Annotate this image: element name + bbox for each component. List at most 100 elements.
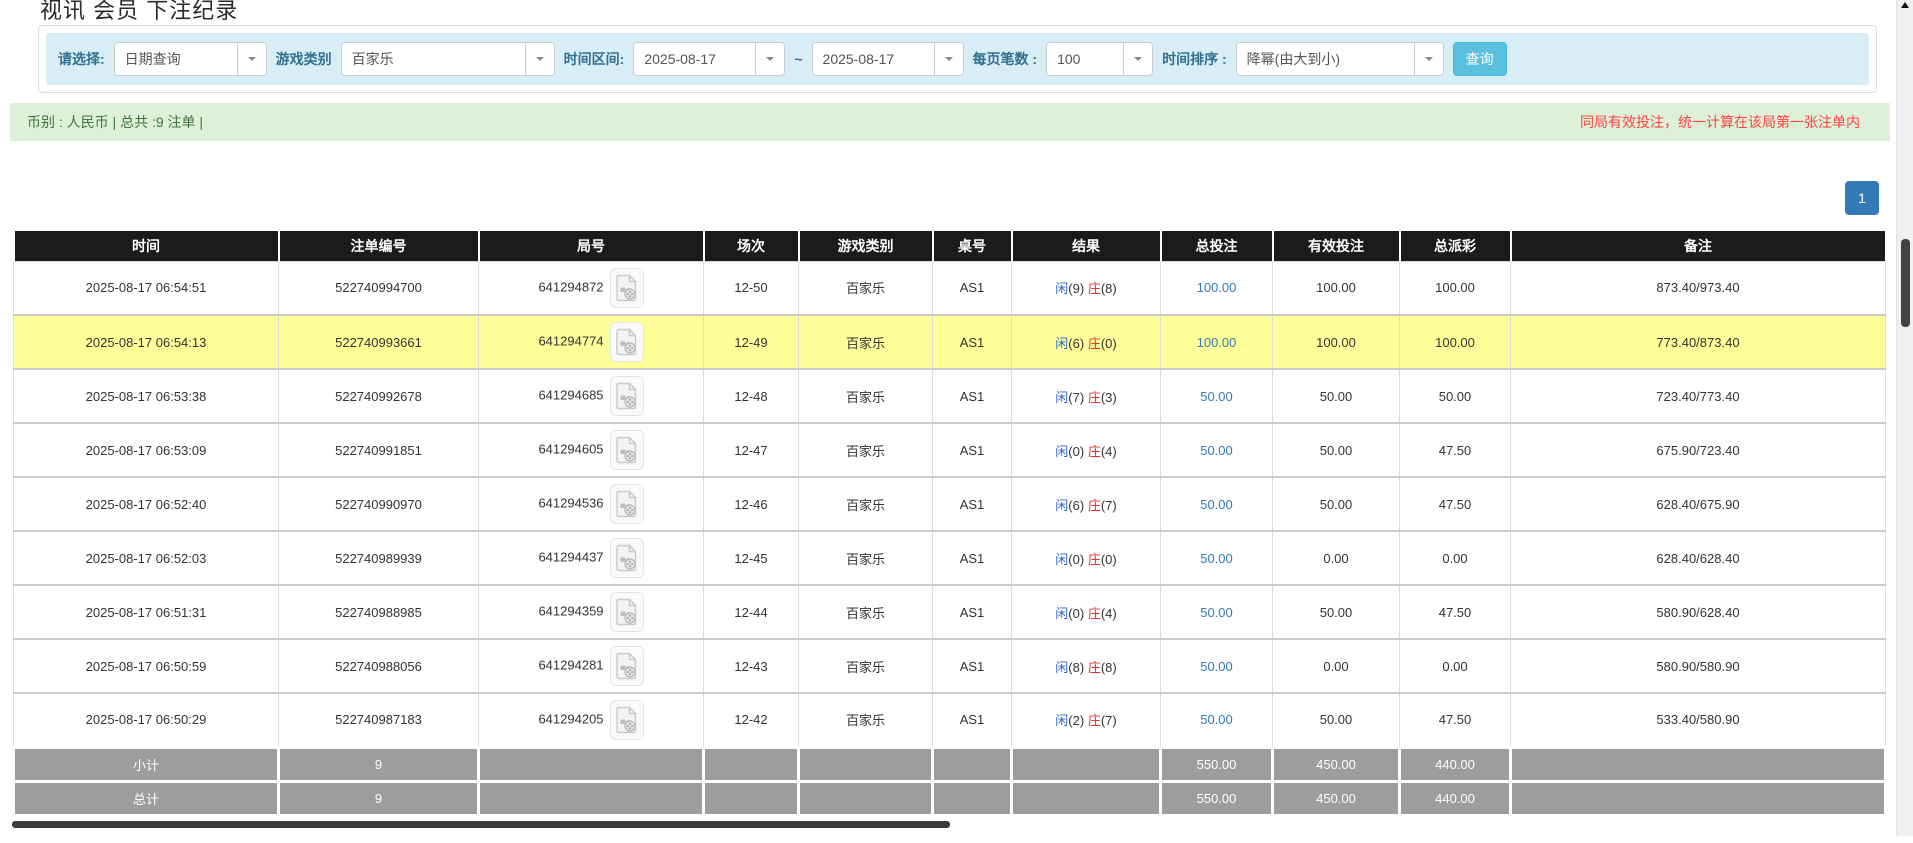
grand-total-count: 9 xyxy=(279,781,479,815)
total-bet-link[interactable]: 50.00 xyxy=(1200,551,1233,566)
search-button[interactable]: 查询 xyxy=(1453,42,1507,76)
banker-result-label: 庄 xyxy=(1088,281,1101,296)
total-bet-cell: 50.00 xyxy=(1161,639,1273,693)
banker-result-score: (0) xyxy=(1101,336,1117,351)
chevron-down-icon xyxy=(934,43,963,75)
game-category-label: 游戏类别 xyxy=(276,49,332,69)
bet-id: 522740991851 xyxy=(279,423,479,477)
note: 723.40/773.40 xyxy=(1511,369,1886,423)
banker-result-score: (4) xyxy=(1101,606,1117,621)
scroll-up-arrow-icon[interactable] xyxy=(1901,0,1909,8)
player-result-score: (7) xyxy=(1068,390,1084,405)
info-bar: 币别 : 人民币 | 总共 :9 注单 | 同局有效投注，统一计算在该局第一张注… xyxy=(10,103,1890,141)
banker-result-score: (8) xyxy=(1101,660,1117,675)
subtotal-payout: 440.00 xyxy=(1400,747,1511,781)
session-no: 12-46 xyxy=(704,477,799,531)
payout: 0.00 xyxy=(1400,639,1511,693)
table-no: AS1 xyxy=(933,423,1012,477)
bet-time: 2025-08-17 06:54:51 xyxy=(14,261,279,315)
bet-time: 2025-08-17 06:52:40 xyxy=(14,477,279,531)
player-result-label: 闲 xyxy=(1055,281,1068,296)
valid-bet: 50.00 xyxy=(1273,423,1400,477)
page-1-button[interactable]: 1 xyxy=(1845,181,1879,215)
video-replay-icon[interactable] xyxy=(610,484,644,524)
table-row: 2025-08-17 06:52:40 522740990970 6412945… xyxy=(14,477,1886,531)
valid-bet-notice: 同局有效投注，统一计算在该局第一张注单内 xyxy=(1580,112,1860,132)
total-bet-link[interactable]: 50.00 xyxy=(1200,605,1233,620)
video-replay-icon[interactable] xyxy=(610,538,644,578)
table-no: AS1 xyxy=(933,585,1012,639)
total-bet-link[interactable]: 100.00 xyxy=(1197,280,1237,295)
session-no: 12-50 xyxy=(704,261,799,315)
player-result-label: 闲 xyxy=(1055,336,1068,351)
game-category-value: 百家乐 xyxy=(342,49,525,69)
video-replay-icon[interactable] xyxy=(610,646,644,686)
valid-bet: 50.00 xyxy=(1273,693,1400,747)
query-type-select[interactable]: 日期查询 xyxy=(114,42,267,76)
note: 580.90/628.40 xyxy=(1511,585,1886,639)
video-replay-icon[interactable] xyxy=(610,430,644,470)
banker-result-score: (3) xyxy=(1101,390,1117,405)
player-result-score: (8) xyxy=(1068,660,1084,675)
bet-id: 522740988985 xyxy=(279,585,479,639)
chevron-down-icon xyxy=(237,43,266,75)
vertical-scrollbar-track[interactable] xyxy=(1896,0,1913,836)
game-result: 闲(9) 庄(8) xyxy=(1012,261,1161,315)
bet-time: 2025-08-17 06:50:59 xyxy=(14,639,279,693)
video-replay-icon[interactable] xyxy=(610,592,644,632)
total-bet-cell: 100.00 xyxy=(1161,315,1273,369)
table-row: 2025-08-17 06:51:31 522740988985 6412943… xyxy=(14,585,1886,639)
video-replay-icon[interactable] xyxy=(610,376,644,416)
player-result-label: 闲 xyxy=(1055,552,1068,567)
bet-time: 2025-08-17 06:51:31 xyxy=(14,585,279,639)
video-replay-icon[interactable] xyxy=(610,268,644,308)
bet-id: 522740987183 xyxy=(279,693,479,747)
bet-id: 522740989939 xyxy=(279,531,479,585)
total-bet-cell: 50.00 xyxy=(1161,531,1273,585)
query-type-label: 请选择: xyxy=(58,49,105,69)
video-replay-icon[interactable] xyxy=(610,322,644,362)
table-no: AS1 xyxy=(933,261,1012,315)
note: 675.90/723.40 xyxy=(1511,423,1886,477)
total-bet-link[interactable]: 50.00 xyxy=(1200,389,1233,404)
subtotal-total-bet: 550.00 xyxy=(1161,747,1273,781)
payout: 47.50 xyxy=(1400,585,1511,639)
total-bet-link[interactable]: 50.00 xyxy=(1200,659,1233,674)
game-category: 百家乐 xyxy=(799,639,933,693)
round-id-cell: 641294281 xyxy=(479,639,704,693)
game-category-select[interactable]: 百家乐 xyxy=(341,42,555,76)
total-bet-cell: 50.00 xyxy=(1161,423,1273,477)
bet-id: 522740990970 xyxy=(279,477,479,531)
payout: 100.00 xyxy=(1400,315,1511,369)
subtotal-label: 小计 xyxy=(14,747,279,781)
round-id-cell: 641294205 xyxy=(479,693,704,747)
page-size-select[interactable]: 100 xyxy=(1046,42,1153,76)
payout: 50.00 xyxy=(1400,369,1511,423)
total-bet-link[interactable]: 100.00 xyxy=(1197,335,1237,350)
game-category: 百家乐 xyxy=(799,315,933,369)
round-id-cell: 641294437 xyxy=(479,531,704,585)
note: 580.90/580.90 xyxy=(1511,639,1886,693)
total-bet-link[interactable]: 50.00 xyxy=(1200,712,1233,727)
payout: 47.50 xyxy=(1400,693,1511,747)
query-type-value: 日期查询 xyxy=(115,49,237,69)
horizontal-scrollbar-thumb[interactable] xyxy=(12,821,950,828)
date-from-select[interactable]: 2025-08-17 xyxy=(633,42,785,76)
banker-result-label: 庄 xyxy=(1088,444,1101,459)
player-result-label: 闲 xyxy=(1055,660,1068,675)
payout: 47.50 xyxy=(1400,423,1511,477)
total-bet-link[interactable]: 50.00 xyxy=(1200,497,1233,512)
video-replay-icon[interactable] xyxy=(610,700,644,740)
game-result: 闲(0) 庄(4) xyxy=(1012,585,1161,639)
vertical-scrollbar-thumb[interactable] xyxy=(1901,239,1910,327)
sort-order-select[interactable]: 降幂(由大到小) xyxy=(1236,42,1444,76)
player-result-score: (2) xyxy=(1068,713,1084,728)
grand-total-row: 总计 9 550.00 450.00 440.00 xyxy=(14,781,1886,815)
player-result-label: 闲 xyxy=(1055,444,1068,459)
game-category: 百家乐 xyxy=(799,369,933,423)
date-to-select[interactable]: 2025-08-17 xyxy=(812,42,964,76)
total-bet-link[interactable]: 50.00 xyxy=(1200,443,1233,458)
bet-records-table: 时间 注单编号 局号 场次 游戏类别 桌号 结果 总投注 有效投注 总派彩 备注… xyxy=(12,231,1887,817)
game-result: 闲(6) 庄(0) xyxy=(1012,315,1161,369)
total-bet-cell: 50.00 xyxy=(1161,585,1273,639)
